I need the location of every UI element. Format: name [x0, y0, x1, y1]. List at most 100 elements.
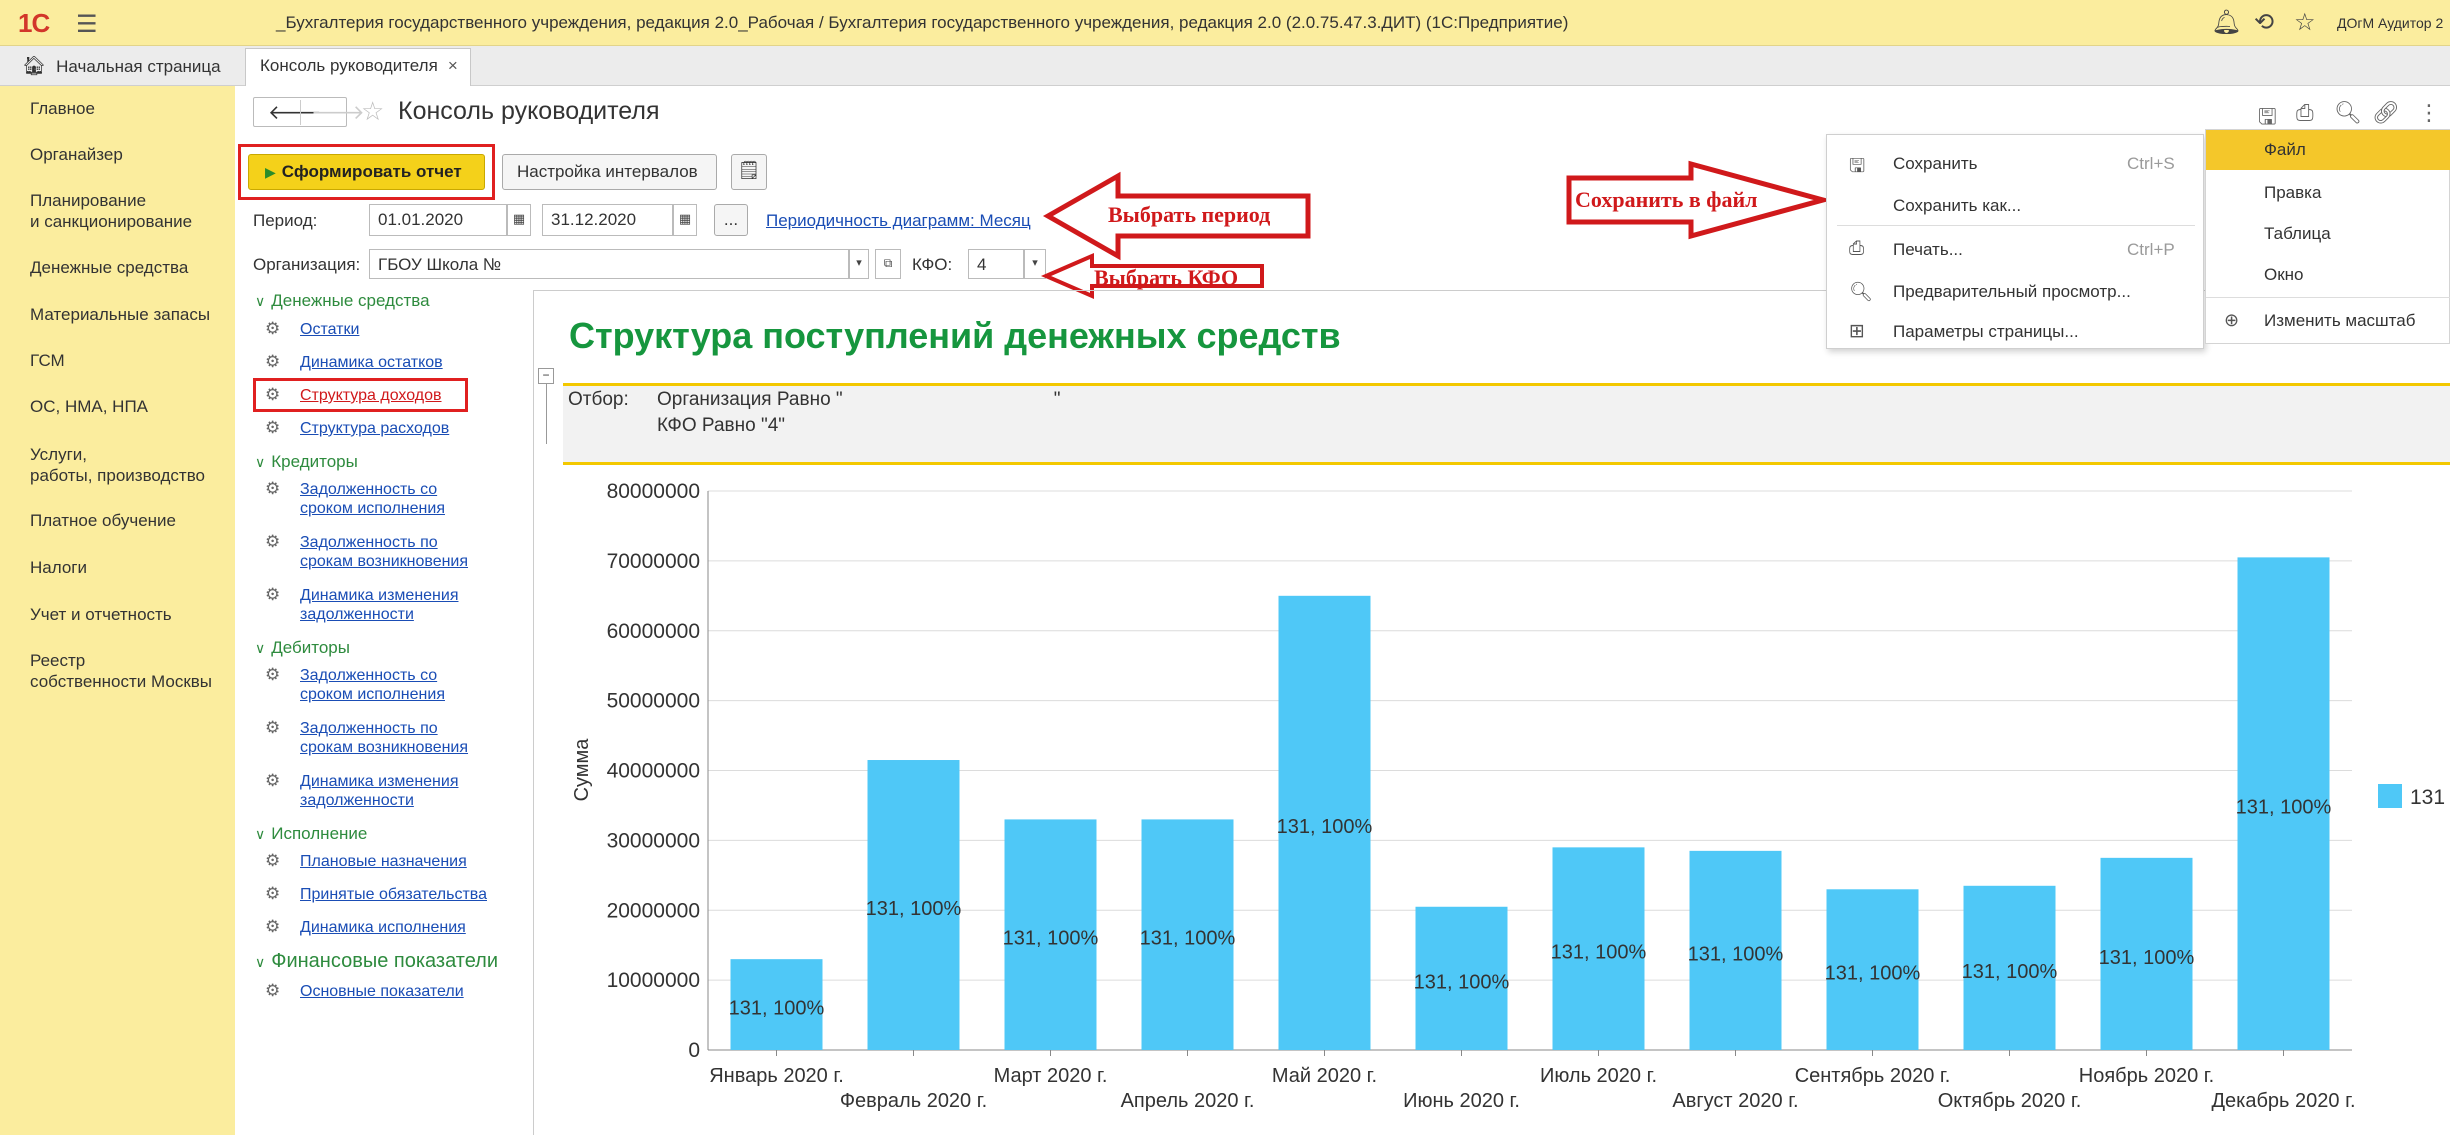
report-title: Структура поступлений денежных средств [569, 315, 1341, 356]
data-label: 131, 100% [1825, 963, 1921, 985]
menu-item-preview[interactable]: 🔍︎ Предварительный просмотр... [1827, 271, 2203, 311]
tab-home[interactable]: 🏠︎ Начальная страница [0, 46, 240, 85]
tree-group-cash[interactable]: ∨ Денежные средства [255, 291, 430, 311]
filter-org: Организация Равно " " [657, 389, 1061, 410]
tree-item-execution-dynamics[interactable]: Динамика исполнения [300, 918, 466, 937]
tree-item-planned[interactable]: Плановые назначения [300, 852, 467, 871]
menu-edit[interactable]: Правка [2206, 173, 2450, 213]
menu-file[interactable]: Файл [2206, 130, 2450, 170]
tree-group-execution[interactable]: ∨ Исполнение [255, 824, 367, 844]
tree-item-creditor-due[interactable]: Задолженность со сроком исполнения [300, 480, 445, 518]
menu-item-label: Сохранить [1893, 154, 1978, 173]
y-tick-label: 30000000 [607, 829, 700, 852]
menu-item-save-as[interactable]: Сохранить как... [1827, 185, 2203, 225]
calendar-icon[interactable]: ▦ [673, 204, 697, 236]
sidebar-item-paid-education[interactable]: Платное обучение [30, 510, 176, 531]
open-icon[interactable]: ⧉ [875, 249, 901, 279]
sidebar-item-reporting[interactable]: Учет и отчетность [30, 604, 172, 625]
group-line [546, 384, 547, 444]
tab-console[interactable]: Консоль руководителя × [245, 48, 471, 86]
tree-item-expense-structure[interactable]: Структура расходов [300, 419, 449, 438]
tree-item-debtor-due[interactable]: Задолженность со сроком исполнения [300, 666, 445, 704]
tree-group-creditors[interactable]: ∨ Кредиторы [255, 452, 358, 472]
favorite-star-icon[interactable]: ☆ [361, 96, 384, 127]
legend-label: 131 [2410, 786, 2445, 809]
sidebar-item-organizer[interactable]: Органайзер [30, 144, 123, 165]
tree-group-debtors[interactable]: ∨ Дебиторы [255, 638, 350, 658]
report-gear-icon: ⚙ [265, 352, 281, 371]
tree-item-main-indicators[interactable]: Основные показатели [300, 982, 464, 1001]
calendar-icon[interactable]: ▦ [507, 204, 531, 236]
periodicity-link[interactable]: Периодичность диаграмм: Месяц [766, 211, 1031, 231]
burger-icon[interactable]: ☰ [76, 10, 98, 39]
form-report-button[interactable]: ▶ Сформировать отчет [248, 154, 485, 190]
menu-item-save[interactable]: 🖫 Сохранить Ctrl+S [1827, 143, 2203, 183]
tree-item-debtor-dynamics[interactable]: Динамика изменения задолженности [300, 772, 458, 810]
date-to-field[interactable]: 31.12.2020 [542, 204, 673, 236]
settings-report-icon[interactable]: 🗒︎ [731, 154, 767, 190]
close-icon[interactable]: × [448, 56, 458, 75]
sidebar-item-fuel[interactable]: ГСМ [30, 350, 65, 371]
sidebar-item-taxes[interactable]: Налоги [30, 557, 87, 578]
tree-item-debtor-origin[interactable]: Задолженность по срокам возникновения [300, 719, 468, 757]
preview-icon[interactable]: 🔍︎ [2334, 100, 2362, 126]
page-setup-icon: ⊞ [1849, 321, 1865, 342]
dropdown-icon[interactable]: ▾ [849, 249, 869, 279]
history-icon[interactable]: ⟲ [2254, 8, 2274, 37]
sidebar-item-materials[interactable]: Материальные запасы [30, 304, 210, 325]
tree-item-balances[interactable]: Остатки [300, 320, 359, 339]
data-label: 131, 100% [1140, 928, 1236, 950]
kfo-field[interactable]: 4 [968, 249, 1024, 279]
tree-item-creditor-dynamics[interactable]: Динамика изменения задолженности [300, 586, 458, 624]
menu-item-page-setup[interactable]: ⊞ Параметры страницы... [1827, 311, 2203, 351]
menu-table[interactable]: Таблица [2206, 214, 2450, 254]
org-field[interactable]: ГБОУ Школа № [369, 249, 849, 279]
sidebar-item-planning[interactable]: Планирование и санкционирование [30, 190, 192, 232]
data-label: 131, 100% [2236, 797, 2332, 819]
tree-item-creditor-origin[interactable]: Задолженность по срокам возникновения [300, 533, 468, 571]
kfo-label: КФО: [912, 255, 953, 274]
collapse-icon[interactable]: − [538, 368, 554, 384]
bell-icon[interactable]: 🔔︎ [2211, 8, 2241, 37]
chevron-down-icon: ∨ [255, 454, 266, 470]
page-title: Консоль руководителя [398, 97, 660, 125]
more-icon[interactable]: ⋮ [2418, 100, 2440, 126]
report-gear-icon: ⚙ [265, 981, 281, 1000]
menu-item-print[interactable]: ⎙ Печать... Ctrl+P [1827, 229, 2203, 269]
x-tick-label: Август 2020 г. [1672, 1090, 1798, 1112]
link-icon[interactable]: 🔗︎ [2372, 100, 2400, 126]
menu-item-label: Сохранить как... [1893, 196, 2022, 215]
sidebar-item-assets[interactable]: ОС, НМА, НПА [30, 396, 148, 417]
print-icon[interactable]: ⎙ [2296, 100, 2314, 126]
forward-button[interactable]: 🡒 [300, 100, 365, 125]
tree-item-income-structure[interactable]: Структура доходов [300, 386, 442, 405]
x-tick-label: Май 2020 г. [1272, 1065, 1377, 1087]
x-tick-label: Июнь 2020 г. [1403, 1090, 1520, 1112]
date-from-field[interactable]: 01.01.2020 [369, 204, 507, 236]
sidebar-item-main[interactable]: Главное [30, 98, 95, 119]
app-logo[interactable]: 1С [18, 8, 50, 39]
intervals-button[interactable]: Настройка интервалов [502, 154, 717, 190]
filter-label: Отбор: [568, 389, 629, 410]
x-tick-label: Январь 2020 г. [709, 1065, 844, 1087]
period-select-button[interactable]: ... [714, 204, 748, 236]
star-icon[interactable]: ☆ [2294, 8, 2316, 37]
sidebar-item-registry[interactable]: Реестр собственности Москвы [30, 650, 212, 692]
tree-group-financial[interactable]: ∨ Финансовые показатели [255, 950, 498, 973]
x-tick-label: Октябрь 2020 г. [1938, 1090, 2082, 1112]
user-name[interactable]: ДОгМ Аудитор 2 [2337, 15, 2443, 31]
tree-item-balance-dynamics[interactable]: Динамика остатков [300, 353, 443, 372]
report-gear-icon: ⚙ [265, 771, 281, 790]
data-label: 131, 100% [2099, 947, 2195, 969]
sidebar-item-services[interactable]: Услуги, работы, производство [30, 444, 205, 486]
play-icon: ▶ [265, 164, 276, 180]
menu-item-label: Предварительный просмотр... [1893, 282, 2131, 301]
menu-zoom[interactable]: ⊕ Изменить масштаб [2206, 301, 2450, 341]
x-tick-label: Ноябрь 2020 г. [2079, 1065, 2214, 1087]
tree-item-obligations[interactable]: Принятые обязательства [300, 885, 487, 904]
menu-window[interactable]: Окно [2206, 255, 2450, 295]
report-gear-icon: ⚙ [265, 418, 281, 437]
data-label: 131, 100% [1688, 943, 1784, 965]
y-tick-label: 60000000 [607, 620, 700, 643]
sidebar-item-cash[interactable]: Денежные средства [30, 257, 188, 278]
